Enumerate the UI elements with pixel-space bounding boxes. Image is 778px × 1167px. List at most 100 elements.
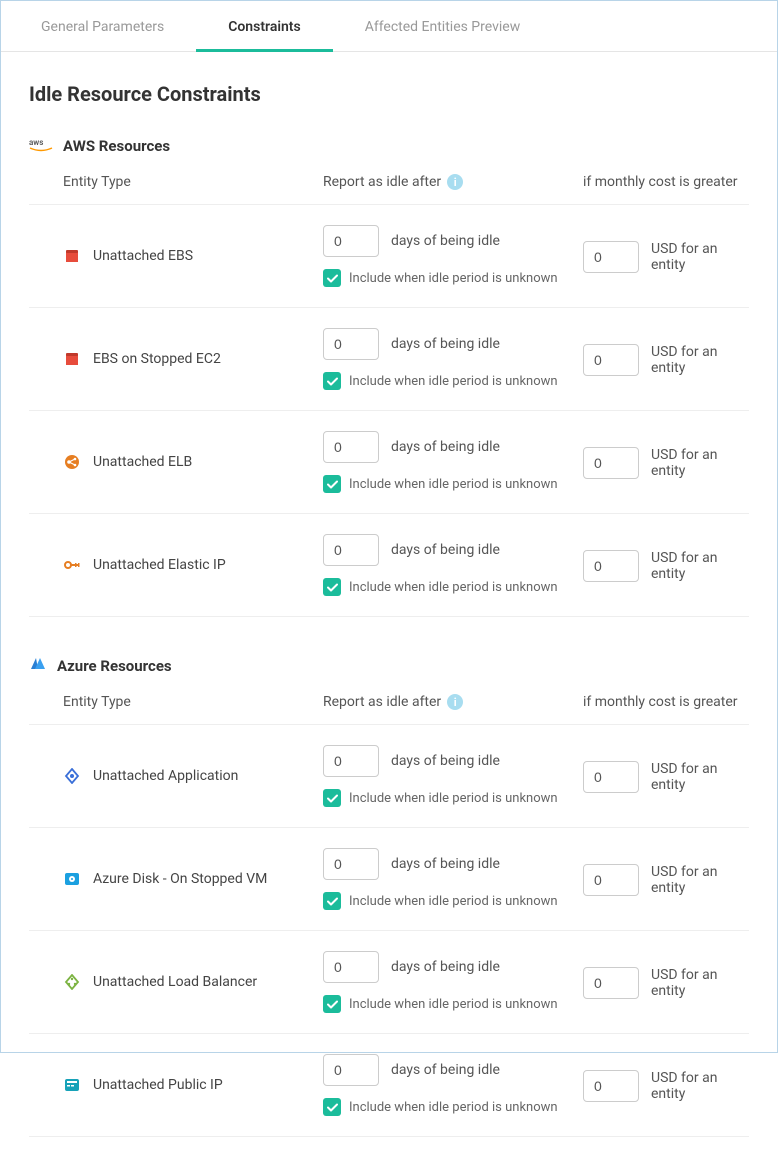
cost-input[interactable] [583, 241, 639, 273]
cost-input[interactable] [583, 447, 639, 479]
idle-cell: days of being idleInclude when idle peri… [323, 431, 583, 493]
include-unknown-label: Include when idle period is unknown [349, 271, 558, 286]
idle-cell: days of being idle Include when idle peri… [323, 534, 583, 596]
idle-cell: days of being idle Include when idle peri… [323, 848, 583, 910]
entity-cell: Azure Disk - On Stopped VM [63, 870, 323, 888]
cost-label: USD for an entity [651, 761, 749, 793]
include-unknown-checkbox[interactable] [323, 1098, 341, 1116]
cost-input[interactable] [583, 344, 639, 376]
eip-icon [63, 556, 81, 574]
include-unknown-label: Include when idle period is unknown [349, 374, 558, 389]
svg-text:aws: aws [29, 138, 43, 147]
cost-input[interactable] [583, 967, 639, 999]
table-row: Unattached Elastic IP days of being idle I… [29, 513, 749, 616]
table-row: Unattached Load Balancer days of being id… [29, 930, 749, 1033]
cost-label: USD for an entity [651, 864, 749, 896]
include-unknown-checkbox[interactable] [323, 269, 341, 287]
cost-cell: USD for an entity [583, 863, 749, 896]
cost-cell: USD for an entity [583, 446, 749, 479]
azlb-icon [63, 973, 81, 991]
days-label: days of being idle [391, 336, 500, 352]
table-row: Unattached Application days of being idle… [29, 724, 749, 827]
col-entity-type: Entity Type [63, 694, 323, 710]
idle-cell: days of being idle Include when idle peri… [323, 328, 583, 390]
cost-label: USD for an entity [651, 1070, 749, 1102]
include-unknown-label: Include when idle period is unknown [349, 580, 558, 595]
entity-name: Unattached Elastic IP [93, 557, 226, 573]
cost-cell: USD for an entity [583, 760, 749, 793]
elb-icon [63, 453, 81, 471]
ebs-icon [63, 350, 81, 368]
azapp-icon [63, 767, 81, 785]
idle-cell: days of being idle Include when idle peri… [323, 951, 583, 1013]
section-header: Azure Resources [29, 656, 749, 676]
entity-cell: Unattached Load Balancer [63, 973, 323, 991]
idle-cell: days of being idleInclude when idle peri… [323, 745, 583, 807]
days-input[interactable] [323, 951, 379, 983]
include-unknown-checkbox[interactable] [323, 892, 341, 910]
days-input[interactable] [323, 848, 379, 880]
section-title: AWS Resources [63, 137, 170, 155]
days-label: days of being idle [391, 959, 500, 975]
entity-name: Azure Disk - On Stopped VM [93, 871, 267, 887]
info-icon[interactable]: i [447, 174, 463, 190]
info-icon[interactable]: i [447, 694, 463, 710]
col-entity-type: Entity Type [63, 174, 323, 190]
azure-icon [29, 656, 47, 676]
cost-input[interactable] [583, 1070, 639, 1102]
days-input[interactable] [323, 534, 379, 566]
page-title: Idle Resource Constraints [29, 82, 749, 106]
content: Idle Resource Constraints aws AWS Resourc… [1, 52, 777, 1167]
tab-affected-entities[interactable]: Affected Entities Preview [333, 1, 553, 51]
col-monthly-cost: if monthly cost is greater [583, 694, 749, 710]
entity-cell: Unattached Application [63, 767, 323, 785]
days-label: days of being idle [391, 542, 500, 558]
entity-cell: EBS on Stopped EC2 [63, 350, 323, 368]
idle-cell: days of being idleInclude when idle peri… [323, 1054, 583, 1116]
days-input[interactable] [323, 431, 379, 463]
entity-name: Unattached Public IP [93, 1077, 223, 1093]
tab-general-parameters[interactable]: General Parameters [9, 1, 196, 51]
cost-input[interactable] [583, 761, 639, 793]
ebs-icon [63, 247, 81, 265]
tab-constraints[interactable]: Constraints [196, 1, 332, 51]
include-unknown-checkbox[interactable] [323, 372, 341, 390]
aws-icon: aws [29, 136, 53, 156]
cost-input[interactable] [583, 864, 639, 896]
include-unknown-checkbox[interactable] [323, 789, 341, 807]
tabs-bar: General Parameters Constraints Affected … [1, 1, 777, 52]
include-unknown-checkbox[interactable] [323, 578, 341, 596]
days-label: days of being idle [391, 439, 500, 455]
include-unknown-checkbox[interactable] [323, 995, 341, 1013]
days-input[interactable] [323, 328, 379, 360]
include-unknown-label: Include when idle period is unknown [349, 997, 558, 1012]
entity-name: Unattached Application [93, 768, 238, 784]
days-input[interactable] [323, 745, 379, 777]
entity-name: Unattached EBS [93, 248, 193, 264]
days-input[interactable] [323, 1054, 379, 1086]
entity-cell: Unattached ELB [63, 453, 323, 471]
days-label: days of being idle [391, 856, 500, 872]
table-row: Unattached EBSdays of being idleInclude … [29, 204, 749, 307]
col-report-idle: Report as idle after i [323, 174, 583, 190]
cost-input[interactable] [583, 550, 639, 582]
section-title: Azure Resources [57, 657, 172, 675]
entity-name: Unattached ELB [93, 454, 192, 470]
cost-label: USD for an entity [651, 967, 749, 999]
cost-label: USD for an entity [651, 241, 749, 273]
cost-cell: USD for an entity [583, 966, 749, 999]
azip-icon [63, 1076, 81, 1094]
table-row: Unattached ELB days of being idleInclude … [29, 410, 749, 513]
include-unknown-label: Include when idle period is unknown [349, 1100, 558, 1115]
include-unknown-checkbox[interactable] [323, 475, 341, 493]
entity-cell: Unattached EBS [63, 247, 323, 265]
cost-label: USD for an entity [651, 344, 749, 376]
azdisk-icon [63, 870, 81, 888]
days-input[interactable] [323, 225, 379, 257]
cost-label: USD for an entity [651, 447, 749, 479]
table-header: Entity TypeReport as idle after iif mont… [29, 694, 749, 724]
entity-name: Unattached Load Balancer [93, 974, 257, 990]
include-unknown-label: Include when idle period is unknown [349, 894, 558, 909]
table-row: EBS on Stopped EC2 days of being idle Incl… [29, 307, 749, 410]
table-row: Azure Disk - On Stopped VM days of being … [29, 827, 749, 930]
